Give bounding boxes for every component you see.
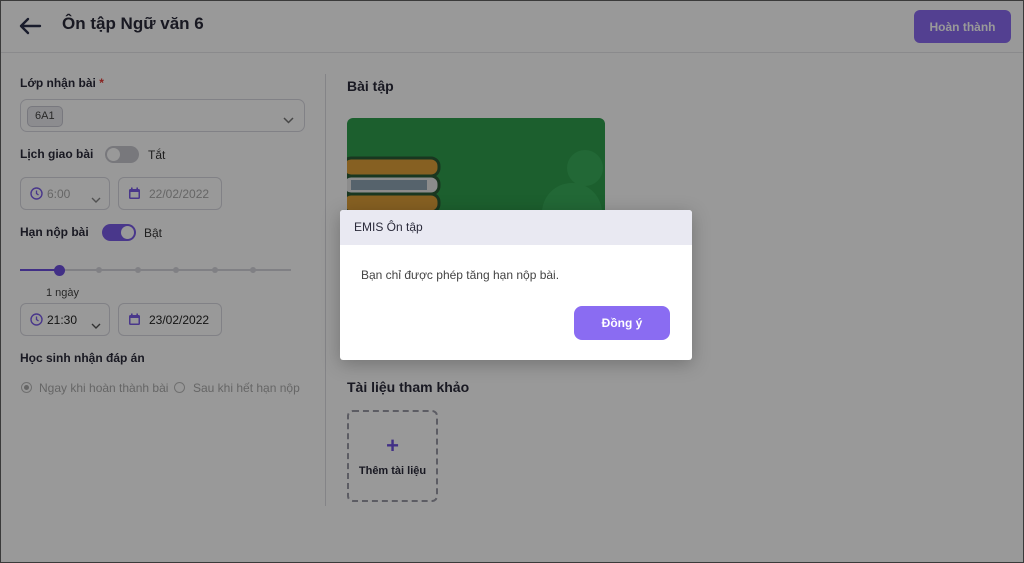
alert-dialog: EMIS Ôn tập Bạn chỉ được phép tăng hạn n…	[340, 210, 692, 360]
app-window: Ôn tập Ngữ văn 6 Hoàn thành Lớp nhận bài…	[0, 0, 1024, 563]
ok-button[interactable]: Đồng ý	[574, 306, 670, 340]
dialog-message: Bạn chỉ được phép tăng hạn nộp bài.	[361, 268, 560, 282]
dialog-title: EMIS Ôn tập	[340, 210, 692, 245]
